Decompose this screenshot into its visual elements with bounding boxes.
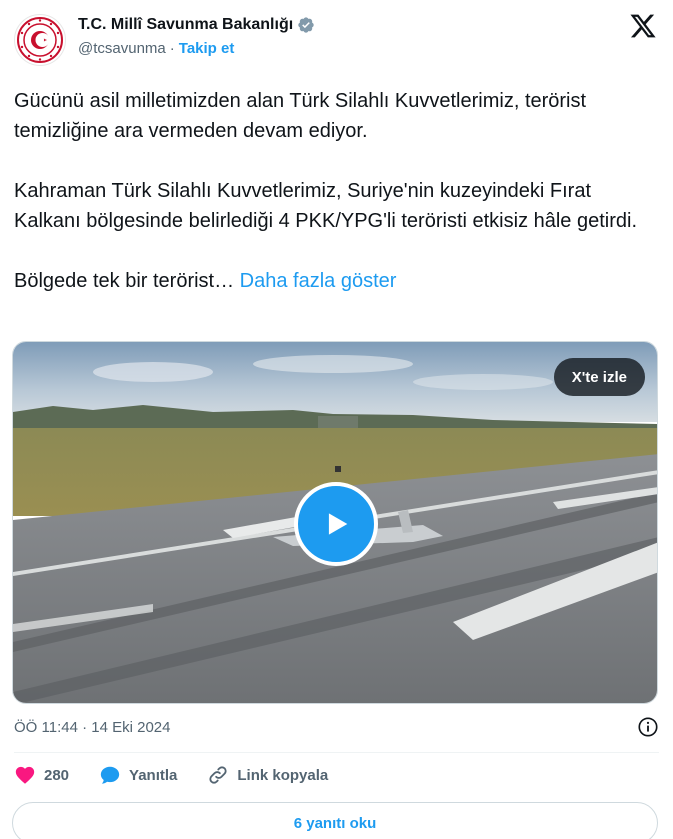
handle-separator: · — [169, 40, 175, 57]
follow-button[interactable]: Takip et — [179, 40, 235, 57]
avatar[interactable] — [14, 14, 66, 66]
copy-link-label: Link kopyala — [237, 766, 329, 784]
tweet-timestamp[interactable]: ÖÖ 11:44 · 14 Eki 2024 — [14, 719, 170, 736]
show-more-link[interactable]: Daha fazla göster — [240, 270, 397, 292]
tweet-paragraph-3: Bölgede tek bir terörist… Daha fazla gös… — [14, 266, 654, 296]
tweet-text: Gücünü asil milletimizden alan Türk Sila… — [14, 86, 654, 296]
play-icon — [328, 513, 348, 535]
watch-on-x-button[interactable]: X'te izle — [553, 358, 645, 396]
author-display-name[interactable]: T.C. Millî Savunma Bakanlığı — [78, 16, 293, 34]
tweet-paragraph-2: Kahraman Türk Silahlı Kuvvetlerimiz, Sur… — [14, 180, 638, 232]
read-replies-button[interactable]: 6 yanıtı oku — [12, 802, 658, 839]
divider — [14, 752, 659, 753]
ministry-emblem-icon — [17, 17, 63, 63]
info-icon[interactable] — [637, 716, 659, 738]
copy-link-button[interactable]: Link kopyala — [207, 764, 328, 786]
tweet-meta: ÖÖ 11:44 · 14 Eki 2024 — [14, 716, 659, 738]
like-button[interactable]: 280 — [14, 764, 69, 786]
tweet-actions: 280 Yanıtla Link kopyala — [14, 764, 358, 786]
video-player[interactable]: X'te izle — [12, 341, 658, 704]
reply-bubble-icon — [100, 766, 120, 784]
link-icon — [209, 766, 227, 784]
author-handle[interactable]: @tcsavunma — [78, 40, 166, 57]
x-logo-icon[interactable] — [629, 12, 657, 40]
play-button[interactable] — [294, 482, 378, 566]
like-count: 280 — [44, 766, 70, 784]
reply-button[interactable]: Yanıtla — [99, 764, 177, 786]
tweet-paragraph-1: Gücünü asil milletimizden alan Türk Sila… — [14, 90, 587, 142]
author-info: T.C. Millî Savunma Bakanlığı @tcsavunma … — [78, 16, 315, 57]
verified-badge-icon — [298, 17, 314, 33]
heart-icon — [15, 766, 35, 784]
tweet-card: T.C. Millî Savunma Bakanlığı @tcsavunma … — [0, 0, 673, 839]
truncated-text: Bölgede tek bir terörist… — [14, 270, 235, 292]
reply-label: Yanıtla — [129, 766, 178, 784]
